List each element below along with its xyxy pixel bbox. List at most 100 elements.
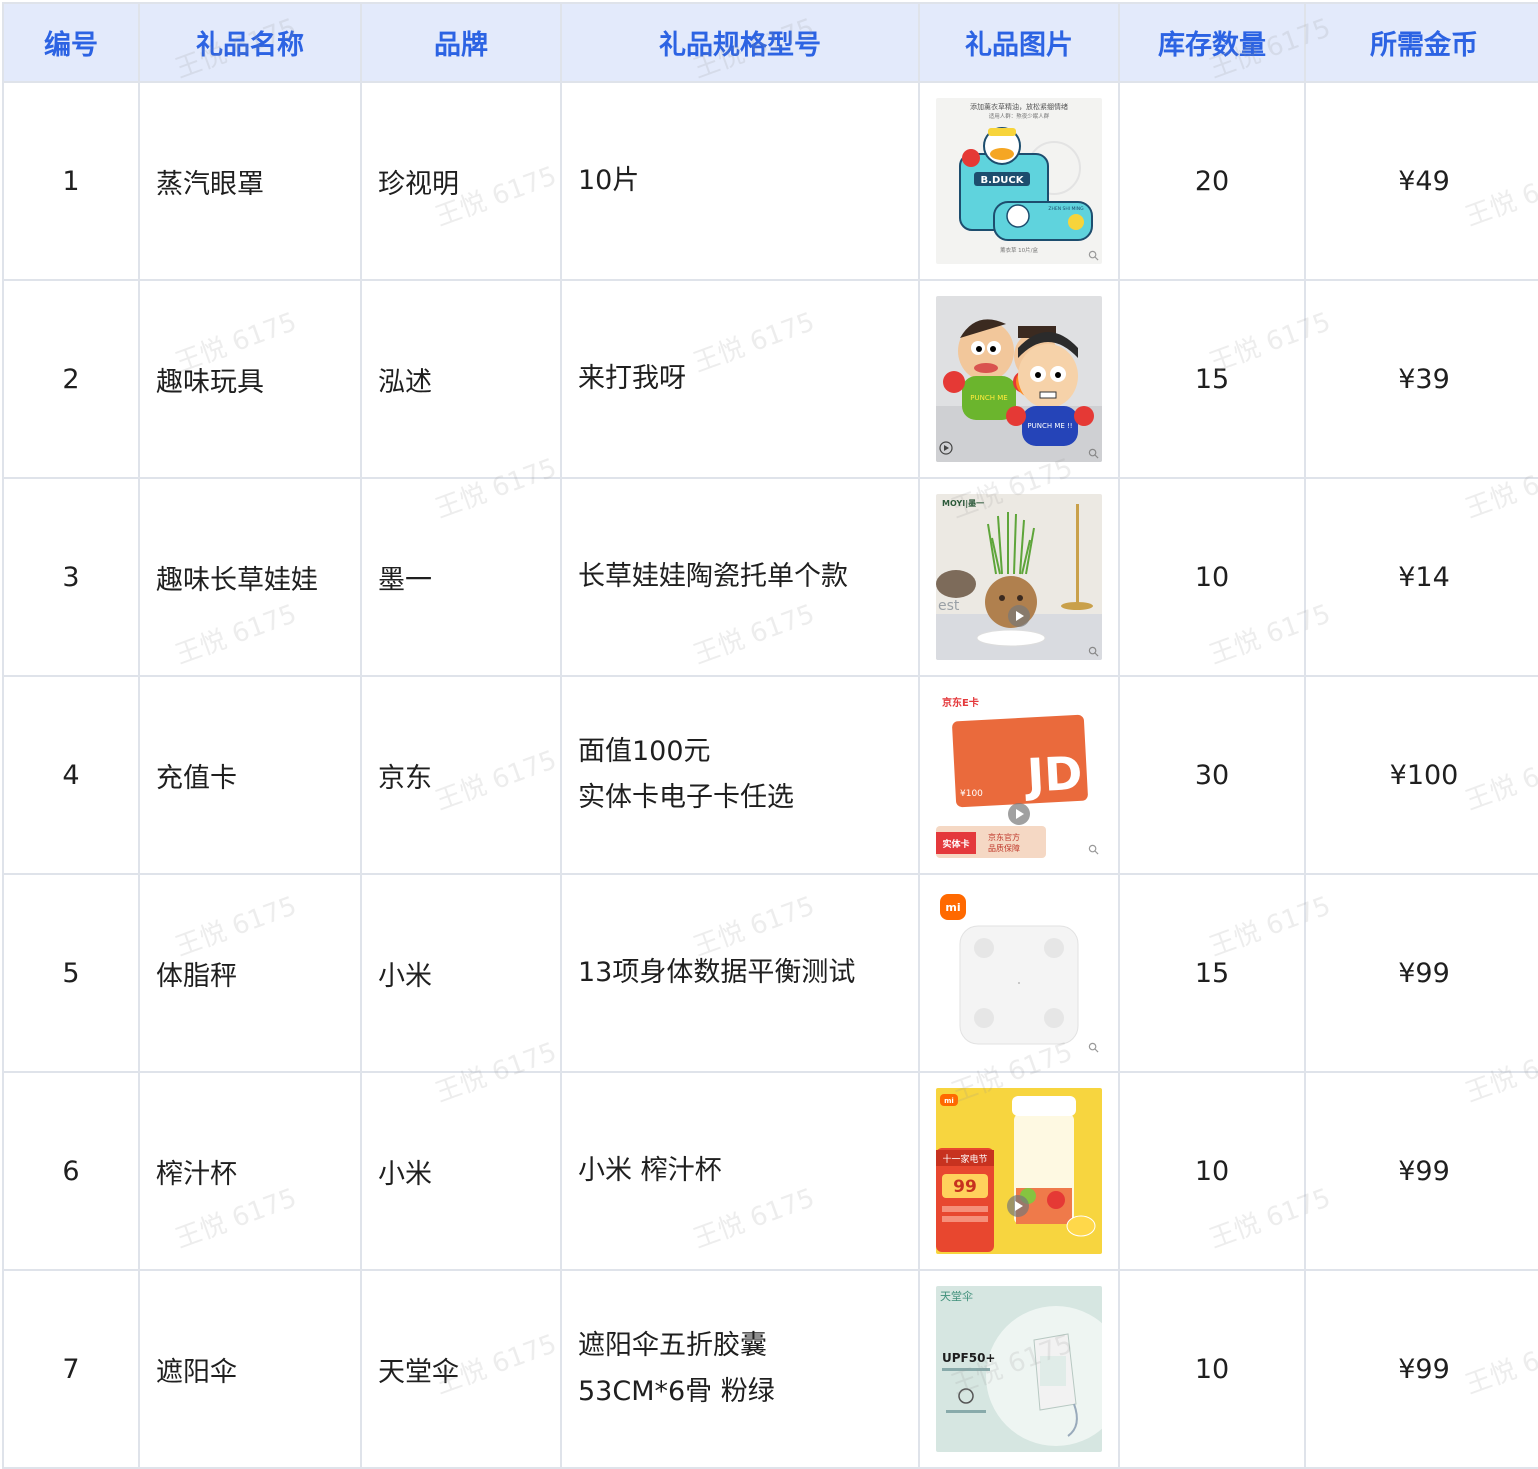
svg-text:mi: mi bbox=[945, 901, 960, 914]
cell-coins: ¥99 bbox=[1304, 1071, 1538, 1271]
svg-text:UPF50+: UPF50+ bbox=[942, 1351, 996, 1365]
cell-name: 榨汁杯 bbox=[138, 1071, 362, 1271]
cell-id: 7 bbox=[2, 1269, 140, 1469]
table-row: 4 充值卡 京东 面值100元 实体卡电子卡任选 京东E卡 JD ¥100 实体… bbox=[2, 675, 1538, 875]
cell-stock: 20 bbox=[1118, 81, 1306, 281]
cell-image: 京东E卡 JD ¥100 实体卡 京东官方 品质保障 bbox=[918, 675, 1120, 875]
cell-id: 4 bbox=[2, 675, 140, 875]
cell-spec: 遮阳伞五折胶囊 53CM*6骨 粉绿 bbox=[560, 1269, 920, 1469]
cell-name: 遮阳伞 bbox=[138, 1269, 362, 1469]
cell-stock: 30 bbox=[1118, 675, 1306, 875]
cell-stock: 15 bbox=[1118, 873, 1306, 1073]
spec-line: 面值100元 bbox=[578, 736, 711, 767]
cell-brand: 天堂伞 bbox=[360, 1269, 562, 1469]
svg-text:PUNCH ME: PUNCH ME bbox=[970, 394, 1007, 402]
table-row: 3 趣味长草娃娃 墨一 长草娃娃陶瓷托单个款 MOYI|墨一 est 10 ¥1… bbox=[2, 477, 1538, 677]
header-stock: 库存数量 bbox=[1118, 2, 1306, 83]
grass-doll-image[interactable]: MOYI|墨一 est bbox=[936, 494, 1102, 660]
spec-line: 53CM*6骨 粉绿 bbox=[578, 1376, 775, 1407]
sun-umbrella-image[interactable]: 天堂伞 UPF50+ bbox=[936, 1286, 1102, 1452]
body-fat-scale-image[interactable]: mi bbox=[936, 890, 1102, 1056]
cell-id: 3 bbox=[2, 477, 140, 677]
cell-brand: 京东 bbox=[360, 675, 562, 875]
juicer-cup-image[interactable]: mi 十一家电节 99 bbox=[936, 1088, 1102, 1254]
zoom-icon bbox=[1088, 448, 1099, 459]
svg-text:添加薰衣草精油，放松紧绷情绪: 添加薰衣草精油，放松紧绷情绪 bbox=[970, 102, 1068, 111]
cell-spec: 来打我呀 bbox=[560, 279, 920, 479]
svg-text:京东E卡: 京东E卡 bbox=[942, 696, 979, 709]
cell-coins: ¥14 bbox=[1304, 477, 1538, 677]
header-id: 编号 bbox=[2, 2, 140, 83]
svg-text:MOYI|墨一: MOYI|墨一 bbox=[942, 498, 984, 508]
header-brand: 品牌 bbox=[360, 2, 562, 83]
punch-me-toy-image[interactable]: PUNCH ME PUNCH ME !! bbox=[936, 296, 1102, 462]
cell-id: 1 bbox=[2, 81, 140, 281]
spec-line: 小米 榨汁杯 bbox=[578, 1155, 722, 1186]
cell-image: mi 十一家电节 99 bbox=[918, 1071, 1120, 1271]
svg-text:PUNCH ME !!: PUNCH ME !! bbox=[1027, 422, 1072, 430]
cell-coins: ¥39 bbox=[1304, 279, 1538, 479]
svg-text:99: 99 bbox=[953, 1177, 977, 1197]
cell-name: 体脂秤 bbox=[138, 873, 362, 1073]
svg-text:天堂伞: 天堂伞 bbox=[940, 1289, 973, 1303]
cell-coins: ¥100 bbox=[1304, 675, 1538, 875]
spec-line: 实体卡电子卡任选 bbox=[578, 782, 794, 813]
table-row: 5 体脂秤 小米 13项身体数据平衡测试 mi 15 ¥99 bbox=[2, 873, 1538, 1073]
cell-image: PUNCH ME PUNCH ME !! bbox=[918, 279, 1120, 479]
table-row: 1 蒸汽眼罩 珍视明 10片 添加薰衣草精油，放松紧绷情绪 适用人群：熬夜少眠人… bbox=[2, 81, 1538, 281]
cell-brand: 泓述 bbox=[360, 279, 562, 479]
cell-name: 充值卡 bbox=[138, 675, 362, 875]
zoom-icon bbox=[1088, 1042, 1099, 1053]
svg-text:十一家电节: 十一家电节 bbox=[942, 1153, 987, 1165]
cell-name: 趣味长草娃娃 bbox=[138, 477, 362, 677]
cell-id: 5 bbox=[2, 873, 140, 1073]
zoom-icon bbox=[1088, 844, 1099, 855]
svg-text:适用人群：熬夜少眠人群: 适用人群：熬夜少眠人群 bbox=[989, 112, 1050, 120]
spec-line: 13项身体数据平衡测试 bbox=[578, 957, 856, 988]
steam-eye-mask-image[interactable]: 添加薰衣草精油，放松紧绷情绪 适用人群：熬夜少眠人群 B.DUCK ZHEN S… bbox=[936, 98, 1102, 264]
cell-brand: 珍视明 bbox=[360, 81, 562, 281]
cell-spec: 长草娃娃陶瓷托单个款 bbox=[560, 477, 920, 677]
cell-spec: 10片 bbox=[560, 81, 920, 281]
header-coins: 所需金币 bbox=[1304, 2, 1538, 83]
cell-image: mi bbox=[918, 873, 1120, 1073]
svg-text:ZHEN SHI MING: ZHEN SHI MING bbox=[1048, 206, 1084, 212]
header-row: 编号 礼品名称 品牌 礼品规格型号 礼品图片 库存数量 所需金币 bbox=[2, 2, 1538, 83]
svg-text:京东官方: 京东官方 bbox=[988, 832, 1020, 842]
cell-coins: ¥99 bbox=[1304, 1269, 1538, 1469]
cell-image: MOYI|墨一 est bbox=[918, 477, 1120, 677]
cell-spec: 小米 榨汁杯 bbox=[560, 1071, 920, 1271]
cell-coins: ¥49 bbox=[1304, 81, 1538, 281]
cell-coins: ¥99 bbox=[1304, 873, 1538, 1073]
cell-name: 蒸汽眼罩 bbox=[138, 81, 362, 281]
cell-spec: 面值100元 实体卡电子卡任选 bbox=[560, 675, 920, 875]
cell-stock: 10 bbox=[1118, 1269, 1306, 1469]
table-row: 6 榨汁杯 小米 小米 榨汁杯 mi 十一家电节 99 10 ¥99 bbox=[2, 1071, 1538, 1271]
svg-text:mi: mi bbox=[944, 1097, 954, 1105]
cell-name: 趣味玩具 bbox=[138, 279, 362, 479]
cell-stock: 15 bbox=[1118, 279, 1306, 479]
jd-gift-card-image[interactable]: 京东E卡 JD ¥100 实体卡 京东官方 品质保障 bbox=[936, 692, 1102, 858]
table-row: 7 遮阳伞 天堂伞 遮阳伞五折胶囊 53CM*6骨 粉绿 天堂伞 UPF50+ bbox=[2, 1269, 1538, 1469]
svg-text:品质保障: 品质保障 bbox=[988, 843, 1020, 853]
header-spec: 礼品规格型号 bbox=[560, 2, 920, 83]
svg-text:实体卡: 实体卡 bbox=[942, 838, 969, 850]
cell-id: 2 bbox=[2, 279, 140, 479]
header-image: 礼品图片 bbox=[918, 2, 1120, 83]
table-row: 2 趣味玩具 泓述 来打我呀 PUNCH ME PUNCH ME !! 15 ¥… bbox=[2, 279, 1538, 479]
cell-brand: 小米 bbox=[360, 873, 562, 1073]
svg-text:¥100: ¥100 bbox=[960, 789, 983, 799]
zoom-icon bbox=[1088, 646, 1099, 657]
header-name: 礼品名称 bbox=[138, 2, 362, 83]
svg-text:薰衣草 10片/盒: 薰衣草 10片/盒 bbox=[1000, 246, 1039, 254]
gift-table: 编号 礼品名称 品牌 礼品规格型号 礼品图片 库存数量 所需金币 1 蒸汽眼罩 … bbox=[2, 2, 1538, 1469]
spec-line: 长草娃娃陶瓷托单个款 bbox=[578, 561, 848, 592]
cell-stock: 10 bbox=[1118, 477, 1306, 677]
cell-image: 添加薰衣草精油，放松紧绷情绪 适用人群：熬夜少眠人群 B.DUCK ZHEN S… bbox=[918, 81, 1120, 281]
svg-text:est: est bbox=[938, 598, 960, 614]
zoom-icon bbox=[1088, 250, 1099, 261]
cell-brand: 小米 bbox=[360, 1071, 562, 1271]
cell-image: 天堂伞 UPF50+ bbox=[918, 1269, 1120, 1469]
cell-brand: 墨一 bbox=[360, 477, 562, 677]
cell-stock: 10 bbox=[1118, 1071, 1306, 1271]
